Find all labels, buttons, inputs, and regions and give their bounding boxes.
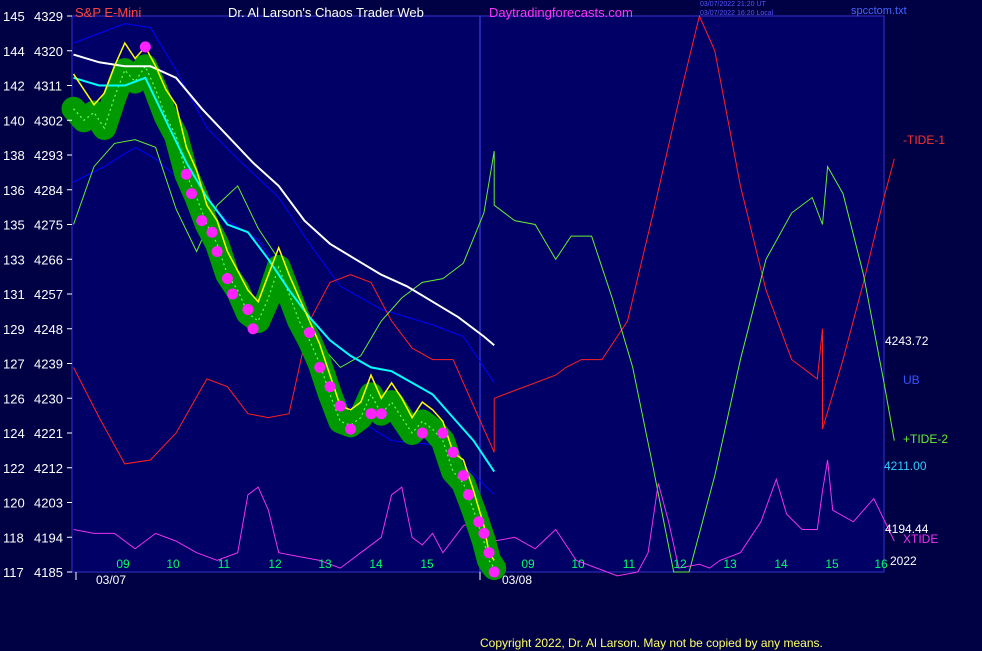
y-tick-label-a: 120 <box>3 496 25 511</box>
x-tick-label: 12 <box>268 557 282 571</box>
y-tick-label-b: 4302 <box>34 113 63 128</box>
price-marker <box>483 547 495 559</box>
y-tick-label-a: 124 <box>3 426 25 441</box>
y-tick-label-a: 126 <box>3 391 25 406</box>
price-marker <box>365 408 377 420</box>
price-marker <box>473 516 485 528</box>
timestamp-local: 03/07/2022 16:20 Local <box>700 10 774 17</box>
x-tick-label: 11 <box>623 557 636 571</box>
date-label-1: 03/07 <box>96 573 127 587</box>
date-label-2: 03/08 <box>502 573 533 587</box>
price-marker <box>242 303 254 315</box>
y-tick-label-b: 4239 <box>34 357 63 372</box>
x-tick-label: 14 <box>369 557 383 571</box>
label-tide2: +TIDE-2 <box>903 432 949 446</box>
y-tick-label-b: 4311 <box>34 79 62 94</box>
value-short-average: 4211.00 <box>884 459 927 473</box>
x-tick-label: 14 <box>774 557 788 571</box>
x-tick-label: 13 <box>318 557 332 571</box>
label-ub: UB <box>903 373 920 387</box>
x-tick-label: 11 <box>218 557 231 571</box>
label-xtide: XTIDE <box>903 532 939 546</box>
chart-title: Dr. Al Larson's Chaos Trader Web <box>228 5 424 20</box>
price-marker <box>139 41 151 53</box>
y-tick-label-a: 117 <box>3 565 24 580</box>
y-tick-label-a: 131 <box>3 287 25 302</box>
y-tick-label-a: 145 <box>3 9 25 24</box>
y-tick-label-b: 4257 <box>34 287 63 302</box>
price-marker <box>221 273 233 285</box>
price-marker <box>334 400 346 412</box>
price-marker <box>211 246 223 258</box>
y-tick-label-b: 4221 <box>34 426 63 441</box>
x-tick-label: 15 <box>825 557 839 571</box>
y-tick-label-b: 4203 <box>34 496 63 511</box>
price-marker <box>375 408 387 420</box>
y-tick-label-b: 4293 <box>34 148 63 163</box>
y-tick-label-b: 4194 <box>34 530 63 545</box>
y-tick-label-b: 4212 <box>34 461 63 476</box>
y-tick-label-a: 140 <box>3 113 25 128</box>
y-tick-label-b: 4248 <box>34 322 63 337</box>
y-tick-label-b: 4185 <box>34 565 63 580</box>
x-tick-label: 13 <box>723 557 737 571</box>
y-tick-label-a: 122 <box>3 461 25 476</box>
price-marker <box>185 188 197 200</box>
price-marker <box>180 168 192 180</box>
x-tick-label: 12 <box>673 557 687 571</box>
price-marker <box>206 226 218 238</box>
copyright: Copyright 2022, Dr. Al Larson. May not b… <box>480 636 823 650</box>
y-tick-label-a: 127 <box>3 357 25 372</box>
x-tick-label: 15 <box>420 557 434 571</box>
y-tick-label-b: 4275 <box>34 218 63 233</box>
price-marker <box>314 361 326 373</box>
label-tide1: -TIDE-1 <box>903 133 945 147</box>
price-marker <box>488 566 500 578</box>
y-tick-label-a: 133 <box>3 252 25 267</box>
x-tick-label: 10 <box>571 557 585 571</box>
chart-canvas: 145 4329 144 4320 142 4311 140 4302 138 4293 136 42… <box>3 9 895 581</box>
y-tick-label-a: 142 <box>3 79 25 94</box>
x-tick-label: 16 <box>874 557 888 571</box>
price-marker <box>345 423 357 435</box>
data-file-name: spcctom.txt <box>851 5 907 17</box>
y-tick-label-a: 144 <box>3 44 25 59</box>
price-marker <box>247 323 259 335</box>
y-tick-label-b: 4284 <box>34 183 63 198</box>
price-marker <box>463 489 475 501</box>
y-tick-label-a: 136 <box>3 183 25 198</box>
label-year: 2022 <box>890 554 917 568</box>
price-marker <box>437 427 449 439</box>
price-marker <box>478 527 490 539</box>
instrument-label: S&P E-Mini <box>75 5 142 20</box>
y-tick-label-a: 129 <box>3 322 25 337</box>
website-link[interactable]: Daytradingforecasts.com <box>489 5 633 20</box>
y-tick-label-b: 4230 <box>34 391 63 406</box>
x-tick-label: 09 <box>116 557 130 571</box>
y-tick-label-b: 4320 <box>34 44 63 59</box>
price-marker <box>227 288 239 300</box>
price-marker <box>447 446 459 458</box>
y-tick-label-a: 138 <box>3 148 25 163</box>
price-marker <box>324 381 336 393</box>
timestamp-ut: 03/07/2022 21:20 UT <box>700 1 766 8</box>
price-marker <box>457 469 469 481</box>
price-marker <box>416 427 428 439</box>
y-tick-label-a: 135 <box>3 218 25 233</box>
value-long-average: 4243.72 <box>885 334 929 348</box>
price-marker <box>303 327 315 339</box>
y-tick-label-a: 118 <box>3 530 24 545</box>
x-tick-label: 09 <box>521 557 535 571</box>
price-marker <box>196 215 208 227</box>
y-tick-label-b: 4329 <box>34 9 63 24</box>
y-tick-label-b: 4266 <box>34 252 63 267</box>
x-tick-label: 10 <box>166 557 180 571</box>
